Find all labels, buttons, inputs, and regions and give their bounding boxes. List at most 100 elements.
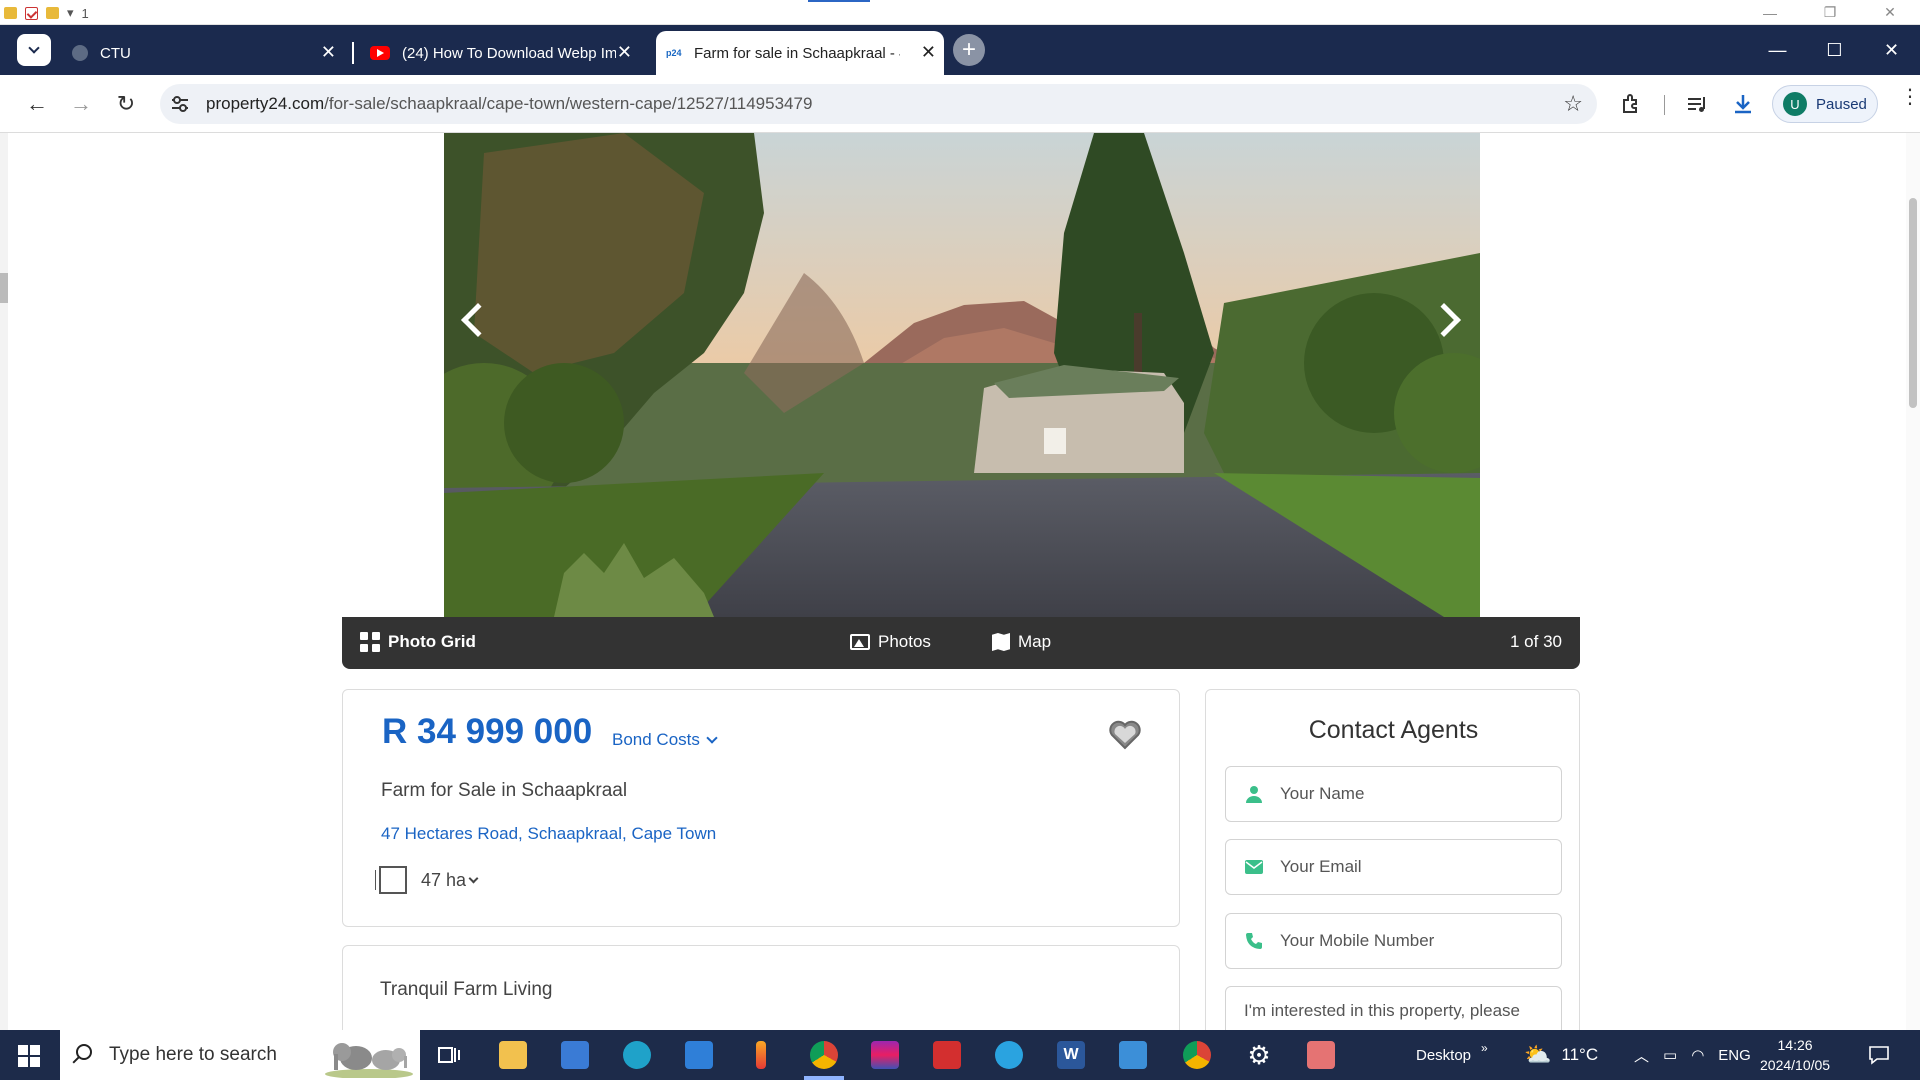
land-size[interactable]: 47 ha [375,866,479,894]
chrome-icon[interactable] [1180,1038,1214,1072]
input-language[interactable]: ENG [1718,1047,1751,1064]
elephants-illustration-icon [325,1043,413,1078]
back-icon[interactable]: ← [22,89,52,119]
close-icon[interactable]: ✕ [1863,25,1920,75]
email-field[interactable]: Your Email [1225,839,1562,895]
clock[interactable]: 14:26 2024/10/05 [1760,1030,1830,1080]
mail-icon[interactable] [682,1038,716,1072]
folder-icon[interactable] [4,7,17,19]
more-menu-icon[interactable]: ⋮ [1900,87,1920,107]
tab-search-button[interactable] [17,34,51,66]
listing-price: R 34 999 000 [382,712,593,751]
settings-gear-icon[interactable]: ⚙ [1242,1038,1276,1072]
winrar-icon[interactable] [868,1038,902,1072]
edge-icon[interactable] [620,1038,654,1072]
chevron-up-icon[interactable]: ︿ [1634,1045,1649,1066]
tab-ctu[interactable]: CTU ✕ [62,31,344,75]
grid-icon [360,632,380,652]
pen-app-icon[interactable] [744,1038,778,1072]
name-field[interactable]: Your Name [1225,766,1562,822]
profile-button[interactable]: U Paused [1772,85,1878,123]
youtube-icon [370,46,390,60]
checkbox-icon[interactable] [25,6,38,20]
property-photo[interactable] [444,133,1480,617]
photo-grid-button[interactable]: Photo Grid [360,632,476,652]
battery-icon[interactable]: ▭ [1663,1046,1677,1064]
telegram-icon[interactable] [992,1038,1026,1072]
close-tab-icon[interactable]: ✕ [921,43,936,61]
minimize-icon[interactable]: — [1749,25,1806,75]
download-icon[interactable] [1729,90,1757,118]
phone-icon [1244,931,1264,951]
folder-icon[interactable] [46,7,59,19]
message-field[interactable]: I'm interested in this property, please [1225,986,1562,1030]
extensions-icon[interactable] [1617,90,1645,118]
avatar: U [1783,92,1807,116]
chrome-profile-icon[interactable] [807,1038,841,1072]
task-view-icon[interactable] [432,1038,466,1072]
photos-button[interactable]: Photos [850,632,931,652]
notifications-icon[interactable] [1868,1030,1890,1080]
photo-counter: 1 of 30 [1510,632,1562,651]
weather-widget[interactable]: ⛅ 11°C [1524,1030,1598,1080]
close-tab-icon[interactable]: ✕ [617,43,632,61]
chevron-down-icon [706,732,718,744]
address-suburb-link[interactable]: Schaapkraal [527,824,622,843]
site-info-icon[interactable] [170,94,190,114]
address-street-link[interactable]: 47 Hectares Road [381,824,518,843]
mobile-placeholder: Your Mobile Number [1280,931,1435,950]
photos-app-icon[interactable] [1116,1038,1150,1072]
acrobat-icon[interactable] [930,1038,964,1072]
file-explorer-icon[interactable] [496,1038,530,1072]
tab-label: CTU [100,44,131,62]
listing-address: 47 Hectares Road, Schaapkraal, Cape Town [381,824,716,844]
mobile-field[interactable]: Your Mobile Number [1225,913,1562,969]
address-city-link[interactable]: Cape Town [631,824,716,843]
reload-icon[interactable]: ↻ [111,89,141,119]
description-card: Tranquil Farm Living [342,945,1180,1030]
favourite-heart-icon[interactable] [1108,720,1142,750]
chevron-down-icon [468,873,479,883]
scrollbar-thumb[interactable] [1909,198,1917,408]
tab-label: Farm for sale in Schaapkraal - 4 [694,44,900,62]
bond-costs-toggle[interactable]: Bond Costs [612,730,718,750]
media-controls-icon[interactable] [1683,90,1711,118]
land-size-icon [375,866,407,894]
minimize-icon[interactable]: — [1740,0,1800,25]
map-button[interactable]: Map [992,632,1051,652]
land-size-value: 47 ha [421,869,467,890]
search-icon [76,1044,92,1060]
photo-grid-label: Photo Grid [388,632,476,651]
close-icon[interactable]: ✕ [1860,0,1920,25]
chevron-down-icon [28,42,40,54]
tab-property24[interactable]: p24 Farm for sale in Schaapkraal - 4 ✕ [656,31,944,75]
url-path: /for-sale/schaapkraal/cape-town/western-… [324,94,813,113]
user-icon [1244,784,1264,804]
toolbar-expand-icon[interactable]: » [1481,1041,1488,1055]
close-tab-icon[interactable]: ✕ [321,43,336,61]
email-placeholder: Your Email [1280,857,1362,876]
rail-marker [0,273,8,303]
page-scrollbar[interactable] [1906,133,1920,1030]
weather-temperature: 11°C [1561,1045,1599,1064]
forward-icon[interactable]: → [66,89,96,119]
windows-start-icon[interactable] [18,1045,40,1067]
bookmark-star-icon[interactable]: ☆ [1563,91,1583,117]
restore-icon[interactable]: ❐ [1800,0,1860,25]
desktop-toolbar[interactable]: Desktop » [1416,1030,1488,1080]
microsoft-store-icon[interactable] [558,1038,592,1072]
address-bar[interactable]: property24.com/for-sale/schaapkraal/cape… [160,84,1597,124]
snipping-tool-icon[interactable] [1304,1038,1338,1072]
wifi-icon[interactable]: ◠ [1691,1046,1704,1064]
new-tab-button[interactable]: + [953,34,985,66]
contact-title: Contact Agents [1308,716,1479,744]
listing-summary-card: R 34 999 000 Bond Costs Farm for Sale in… [342,689,1180,927]
bond-costs-label: Bond Costs [612,730,700,749]
url-text[interactable]: property24.com/for-sale/schaapkraal/cape… [206,94,812,114]
taskbar-search[interactable]: Type here to search [60,1030,420,1080]
maximize-icon[interactable]: ☐ [1806,25,1863,75]
tab-youtube[interactable]: (24) How To Download Webp Im ✕ [360,31,640,75]
p24-icon: p24 [666,48,682,58]
word-icon[interactable]: W [1054,1038,1088,1072]
dropdown-icon[interactable]: ▾ [67,5,74,21]
